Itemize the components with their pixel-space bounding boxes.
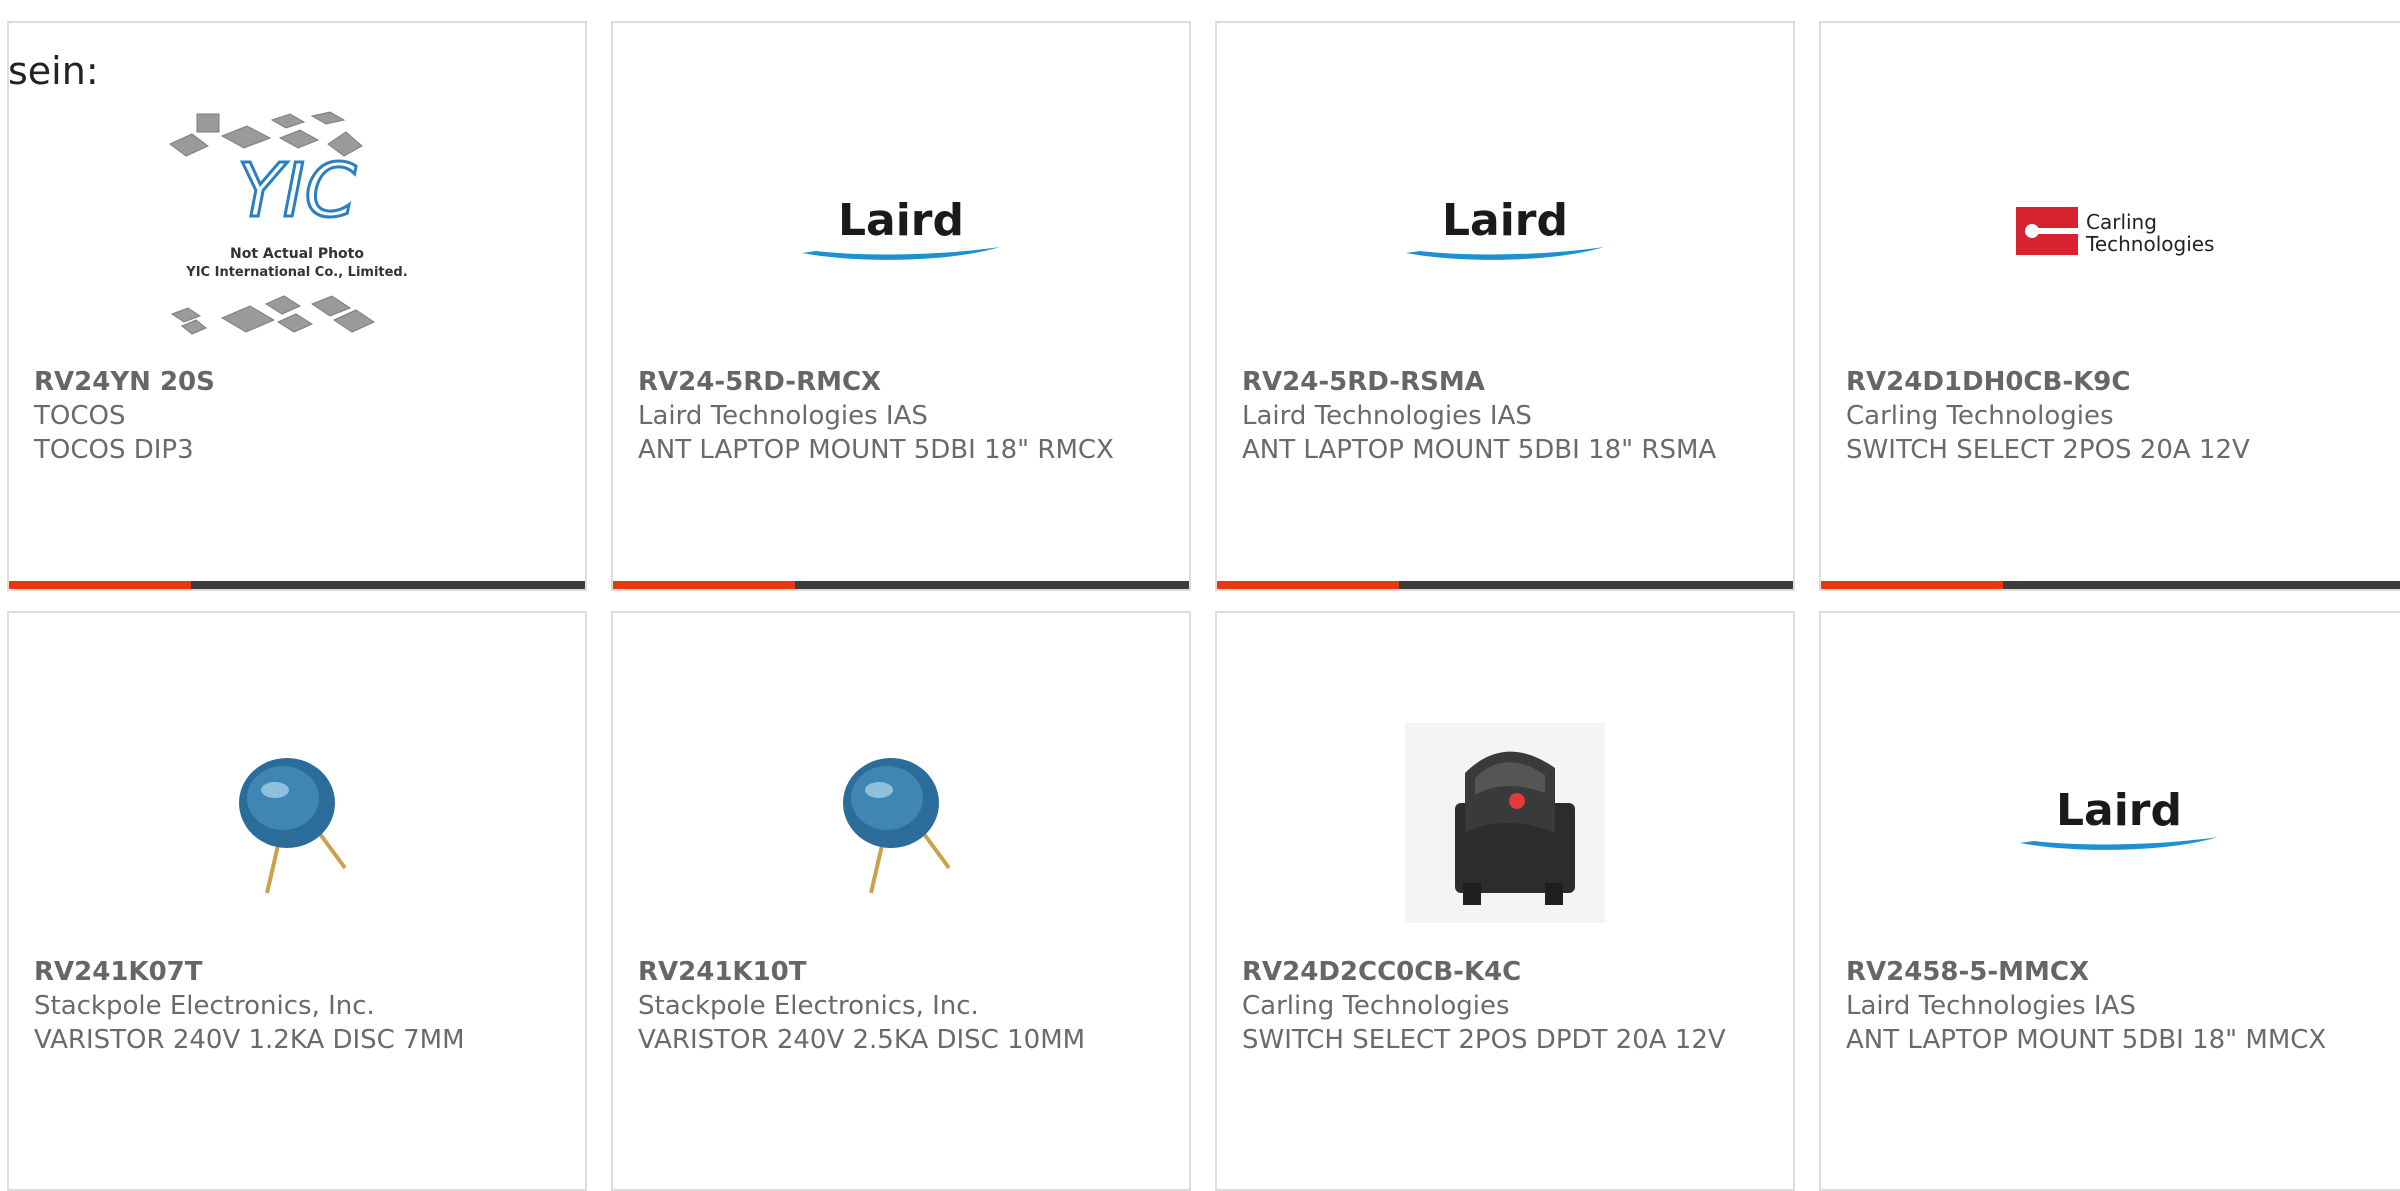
manufacturer: Carling Technologies (1846, 401, 2114, 431)
product-image[interactable] (613, 688, 1189, 958)
laird-logo: Laird (2020, 785, 2218, 850)
description: TOCOS DIP3 (34, 435, 194, 465)
svg-text:Laird: Laird (1442, 195, 1568, 246)
part-number[interactable]: RV24YN 20S (34, 365, 565, 399)
product-image[interactable] (9, 688, 585, 958)
description: SWITCH SELECT 2POS 20A 12V (1846, 435, 2250, 465)
product-card[interactable]: RV241K07T Stackpole Electronics, Inc. VA… (7, 611, 587, 1191)
manufacturer: Laird Technologies IAS (638, 401, 928, 431)
product-info: RV24YN 20S TOCOS TOCOS DIP3 (34, 365, 565, 467)
product-image[interactable]: Laird (613, 98, 1189, 368)
product-image[interactable]: Laird (1821, 688, 2400, 958)
product-info: RV241K10T Stackpole Electronics, Inc. VA… (638, 955, 1169, 1057)
manufacturer: Stackpole Electronics, Inc. (34, 991, 375, 1021)
part-number[interactable]: RV24D1DH0CB-K9C (1846, 365, 2397, 399)
product-info: RV24D2CC0CB-K4C Carling Technologies SWI… (1242, 955, 1773, 1057)
product-image[interactable]: Laird (1217, 98, 1793, 368)
manufacturer: TOCOS (34, 401, 126, 431)
description: VARISTOR 240V 2.5KA DISC 10MM (638, 1025, 1086, 1055)
svg-text:Technologies: Technologies (2085, 232, 2214, 256)
part-number[interactable]: RV24-5RD-RSMA (1242, 365, 1773, 399)
svg-text:Laird: Laird (838, 195, 964, 246)
yic-logo: YIC (238, 148, 357, 234)
description: ANT LAPTOP MOUNT 5DBI 18" RMCX (638, 435, 1114, 465)
product-info: RV2458-5-MMCX Laird Technologies IAS ANT… (1846, 955, 2397, 1057)
varistor-photo (239, 758, 347, 894)
product-card[interactable]: Carling Technologies RV24D1DH0CB-K9C Car… (1819, 21, 2400, 591)
product-image[interactable] (1217, 688, 1793, 958)
card-footer-bar (1217, 581, 1793, 589)
product-card[interactable]: Laird RV24-5RD-RMCX Laird Technologies I… (611, 21, 1191, 591)
laird-logo: Laird (1406, 195, 1604, 260)
part-number[interactable]: RV2458-5-MMCX (1846, 955, 2397, 989)
product-card[interactable]: RV24D2CC0CB-K4C Carling Technologies SWI… (1215, 611, 1795, 1191)
svg-text:Not Actual Photo: Not Actual Photo (230, 246, 364, 262)
varistor-photo (843, 758, 951, 894)
product-info: RV24-5RD-RMCX Laird Technologies IAS ANT… (638, 365, 1169, 467)
manufacturer: Stackpole Electronics, Inc. (638, 991, 979, 1021)
part-number[interactable]: RV24-5RD-RMCX (638, 365, 1169, 399)
svg-text:YIC International Co., Limited: YIC International Co., Limited. (185, 265, 407, 280)
description: VARISTOR 240V 1.2KA DISC 7MM (34, 1025, 465, 1055)
manufacturer: Laird Technologies IAS (1846, 991, 2136, 1021)
card-footer-bar (9, 581, 585, 589)
svg-text:Laird: Laird (2056, 785, 2182, 836)
product-info: RV24-5RD-RSMA Laird Technologies IAS ANT… (1242, 365, 1773, 467)
product-card[interactable]: YIC Not Actual Photo YIC International C… (7, 21, 587, 591)
product-card[interactable]: RV241K10T Stackpole Electronics, Inc. VA… (611, 611, 1191, 1191)
carling-logo: Carling Technologies (2016, 207, 2214, 256)
part-number[interactable]: RV241K07T (34, 955, 565, 989)
part-number[interactable]: RV24D2CC0CB-K4C (1242, 955, 1773, 989)
intro-text: sein: (8, 49, 99, 93)
product-info: RV241K07T Stackpole Electronics, Inc. VA… (34, 955, 565, 1057)
card-footer-bar (613, 581, 1189, 589)
yic-placeholder-photo: YIC Not Actual Photo YIC International C… (169, 111, 408, 335)
product-image[interactable]: YIC Not Actual Photo YIC International C… (9, 98, 585, 368)
product-image[interactable]: Carling Technologies (1821, 98, 2400, 368)
product-info: RV24D1DH0CB-K9C Carling Technologies SWI… (1846, 365, 2397, 467)
rocker-switch-photo (1405, 723, 1605, 923)
product-card[interactable]: Laird RV24-5RD-RSMA Laird Technologies I… (1215, 21, 1795, 591)
description: ANT LAPTOP MOUNT 5DBI 18" RSMA (1242, 435, 1717, 465)
svg-text:Carling: Carling (2086, 210, 2157, 234)
description: ANT LAPTOP MOUNT 5DBI 18" MMCX (1846, 1025, 2327, 1055)
laird-logo: Laird (802, 195, 1000, 260)
manufacturer: Laird Technologies IAS (1242, 401, 1532, 431)
part-number[interactable]: RV241K10T (638, 955, 1169, 989)
product-card[interactable]: Laird RV2458-5-MMCX Laird Technologies I… (1819, 611, 2400, 1191)
description: SWITCH SELECT 2POS DPDT 20A 12V (1242, 1025, 1726, 1055)
card-footer-bar (1821, 581, 2400, 589)
manufacturer: Carling Technologies (1242, 991, 1510, 1021)
